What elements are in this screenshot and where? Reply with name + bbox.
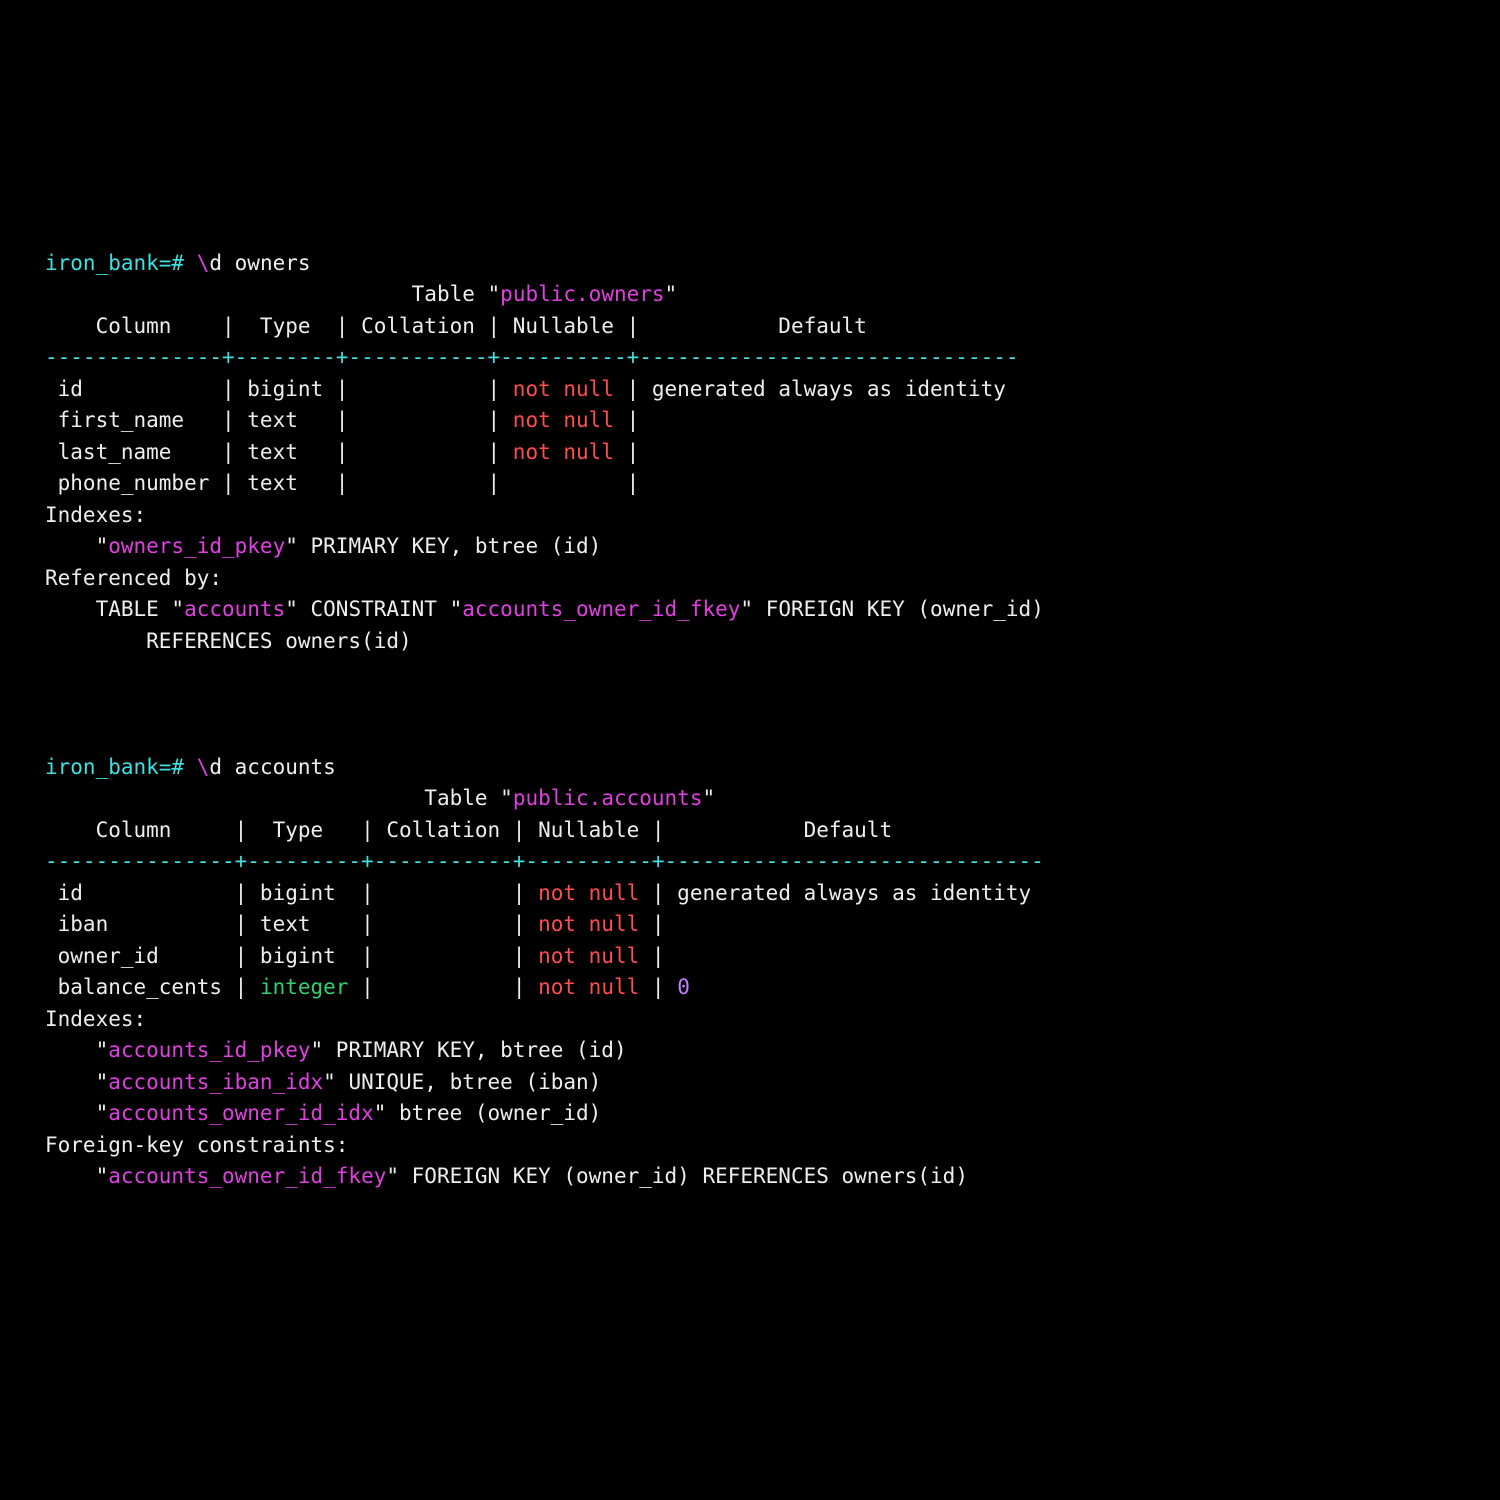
referenced-label: Referenced by: [45,566,222,590]
table-title-pre [45,786,424,810]
fk-name: accounts_owner_id_fkey [108,1164,386,1188]
table-row: | | [348,975,538,999]
ref-table: accounts [184,597,285,621]
ref-line: " CONSTRAINT " [285,597,462,621]
table-row: | [513,471,665,495]
index-quote: " [45,1101,108,1125]
backslash-cmd[interactable]: \ [197,755,210,779]
table-rule: ---------------+---------+-----------+--… [45,849,1044,873]
table-row: | generated always as identity [639,881,1044,905]
index-def: " PRIMARY KEY, btree (id) [311,1038,627,1062]
table-name: public.owners [500,282,664,306]
table-row: phone_number | text | | [45,471,513,495]
table-title-post: " [702,786,715,810]
indexes-label: Indexes: [45,1007,146,1031]
index-def: " PRIMARY KEY, btree (id) [285,534,601,558]
not-null: not null [538,975,639,999]
table-title-pre2: Table " [424,786,513,810]
table-row: iban | text | | [45,912,538,936]
fk-label: Foreign-key constraints: [45,1133,348,1157]
cmd-text[interactable]: d owners [209,251,310,275]
index-def: " btree (owner_id) [374,1101,602,1125]
index-name: accounts_owner_id_idx [108,1101,374,1125]
terminal-output: iron_bank=# \d owners Table "public.owne… [45,216,1455,1193]
indexes-label: Indexes: [45,503,146,527]
table-row: | [614,440,665,464]
cmd-text[interactable]: d accounts [209,755,335,779]
table-row: | generated always as identity [614,377,1019,401]
default-zero: 0 [677,975,690,999]
table-row: owner_id | bigint | | [45,944,538,968]
index-quote: " [45,1038,108,1062]
table-title-pre2: Table " [412,282,501,306]
ref-line: TABLE " [45,597,184,621]
fk-def: " FOREIGN KEY (owner_id) REFERENCES owne… [386,1164,968,1188]
not-null: not null [538,912,639,936]
table-title-pre [45,282,412,306]
table-row: id | bigint | | [45,377,513,401]
backslash-cmd[interactable]: \ [197,251,210,275]
table-row: first_name | text | | [45,408,513,432]
not-null: not null [513,408,614,432]
not-null: not null [538,944,639,968]
type-integer: integer [260,975,349,999]
table-row: | [639,944,690,968]
index-quote: " [45,1070,108,1094]
table-rule: --------------+--------+-----------+----… [45,345,1019,369]
table-header: Column | Type | Collation | Nullable | D… [45,314,1019,338]
prompt[interactable]: iron_bank=# [45,251,197,275]
index-quote: " [45,534,108,558]
fk-quote: " [45,1164,108,1188]
prompt[interactable]: iron_bank=# [45,755,197,779]
table-row: last_name | text | | [45,440,513,464]
table-row: balance_cents | [45,975,260,999]
table-title-post: " [665,282,678,306]
table-row: | [614,408,665,432]
ref-line: " FOREIGN KEY (owner_id) [740,597,1056,621]
index-def: " UNIQUE, btree (iban) [323,1070,601,1094]
index-name: owners_id_pkey [108,534,285,558]
index-name: accounts_id_pkey [108,1038,310,1062]
not-null: not null [513,377,614,401]
table-row: | [639,912,690,936]
not-null: not null [513,440,614,464]
not-null: not null [538,881,639,905]
index-name: accounts_iban_idx [108,1070,323,1094]
ref-constraint: accounts_owner_id_fkey [462,597,740,621]
table-row: id | bigint | | [45,881,538,905]
table-name: public.accounts [513,786,703,810]
table-header: Column | Type | Collation | Nullable | D… [45,818,1044,842]
table-row: | [639,975,677,999]
ref-line2: REFERENCES owners(id) [45,629,412,653]
